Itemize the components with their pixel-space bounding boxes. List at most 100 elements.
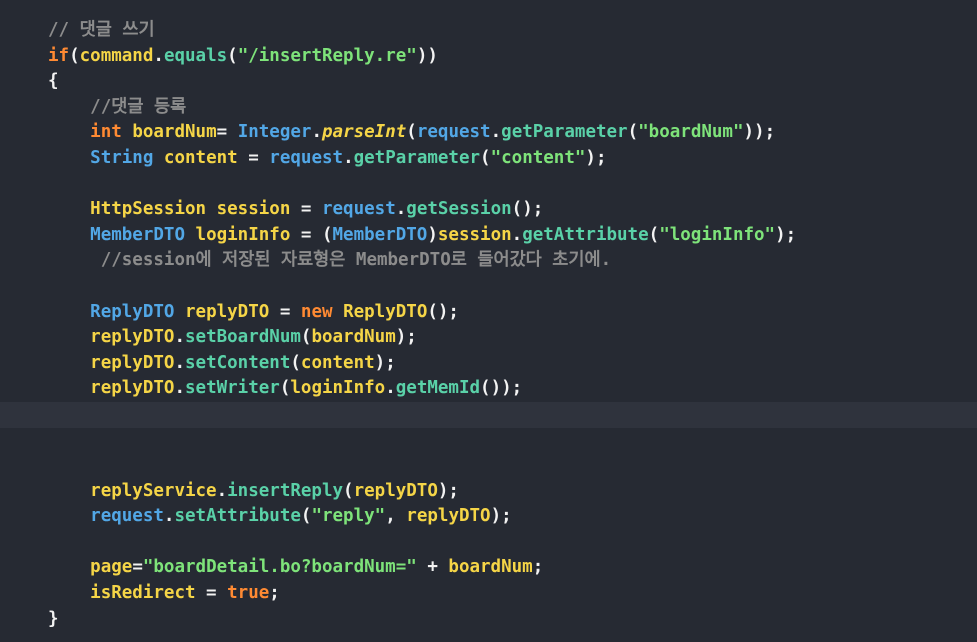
code-line[interactable]: int boardNum= Integer.parseInt(request.g…	[0, 120, 977, 146]
code-token-string: "boardNum"	[638, 122, 744, 143]
code-line[interactable]	[0, 401, 977, 428]
code-token-ident: HttpSession	[90, 199, 207, 220]
code-token-punct: (	[648, 224, 660, 245]
code-line[interactable]: request.setAttribute("reply", replyDTO);	[0, 504, 977, 530]
code-token-type: MemberDTO	[90, 224, 185, 245]
code-line[interactable]	[0, 530, 977, 556]
code-token-punct: );	[395, 327, 417, 348]
code-line[interactable]: replyDTO.setBoardNum(boardNum);	[0, 325, 977, 351]
code-line[interactable]: {	[0, 69, 977, 95]
code-token-ident: content	[163, 147, 238, 168]
code-token-punct: ))	[416, 45, 438, 66]
code-line[interactable]: page="boardDetail.bo?boardNum=" + boardN…	[0, 555, 977, 581]
code-token-punct: = (	[290, 224, 333, 245]
code-token-method: getAttribute	[522, 224, 649, 245]
code-line[interactable]: replyDTO.setWriter(loginInfo.getMemId())…	[0, 376, 977, 402]
code-token-ident: isRedirect	[90, 583, 196, 604]
code-line[interactable]	[0, 428, 977, 454]
code-token-method: setWriter	[185, 378, 280, 399]
code-token-ident: replyDTO	[353, 480, 438, 501]
code-token-obj: request	[416, 122, 491, 143]
code-line[interactable]	[0, 453, 977, 479]
code-line[interactable]: ReplyDTO replyDTO = new ReplyDTO();	[0, 300, 977, 326]
code-token-ident: session	[216, 199, 291, 220]
code-token-type: ReplyDTO	[90, 301, 175, 322]
code-token-string: "/insertReply.re"	[237, 45, 417, 66]
code-line[interactable]	[0, 172, 977, 198]
code-token-punct: );	[775, 224, 797, 245]
code-token-ident: ReplyDTO	[343, 301, 428, 322]
code-line[interactable]: MemberDTO loginInfo = (MemberDTO)session…	[0, 223, 977, 249]
code-token-string: "reply"	[311, 506, 386, 527]
code-line[interactable]: // 댓글 쓰기	[0, 18, 977, 44]
code-token-ident: content	[300, 352, 375, 373]
code-line[interactable]: String content = request.getParameter("c…	[0, 146, 977, 172]
code-token-punct: ());	[480, 378, 523, 399]
code-token-comment: //session에 저장된 자료형은 MemberDTO로 들어갔다 초기에.	[100, 250, 612, 271]
code-token-string: "content"	[490, 147, 586, 168]
code-line[interactable]: if(command.equals("/insertReply.re"))	[0, 44, 977, 70]
code-token-punct: (	[627, 122, 639, 143]
code-token-punct: =	[290, 199, 322, 220]
code-editor[interactable]: // 댓글 쓰기 if(command.equals("/insertReply.…	[0, 18, 977, 632]
code-token-punct: (	[279, 378, 291, 399]
code-token-punct: ;	[269, 583, 280, 604]
code-line[interactable]: //댓글 등록	[0, 95, 977, 121]
code-token-method: setAttribute	[174, 506, 301, 527]
code-token-string: "loginInfo"	[659, 224, 776, 245]
code-token-ident: replyDTO	[185, 301, 270, 322]
code-token-static: parseInt	[322, 122, 407, 143]
code-token-type: String	[90, 147, 154, 168]
code-token-punct: .	[385, 378, 396, 399]
code-line[interactable]: HttpSession session = request.getSession…	[0, 197, 977, 223]
code-token-ident: page	[90, 557, 133, 578]
code-line[interactable]	[0, 274, 977, 300]
code-token-comment: // 댓글 쓰기	[48, 20, 155, 40]
code-line[interactable]: replyService.insertReply(replyDTO);	[0, 479, 977, 505]
code-token-method: getMemId	[395, 378, 481, 399]
code-token-ident: session	[437, 224, 512, 245]
code-line[interactable]: isRedirect = true;	[0, 581, 977, 607]
code-token-punct: );	[490, 506, 512, 527]
code-token-punct: (	[406, 122, 417, 143]
code-token-punct: ,	[385, 506, 407, 527]
code-token-punct: .	[395, 199, 407, 220]
code-token-punct: =	[269, 301, 301, 322]
code-token-punct: =	[216, 122, 238, 143]
code-token-punct: .	[153, 45, 164, 66]
code-line[interactable]: //session에 저장된 자료형은 MemberDTO로 들어갔다 초기에.	[0, 248, 977, 274]
code-token-punct: ;	[532, 557, 544, 578]
code-token-method: equals	[163, 45, 228, 66]
code-token-punct: .	[216, 480, 228, 501]
code-token-punct: (	[300, 506, 312, 527]
code-token-ident: replyDTO	[90, 378, 175, 399]
code-token-punct: .	[174, 352, 185, 373]
code-line[interactable]: replyDTO.setContent(content);	[0, 351, 977, 377]
code-token-ident: replyDTO	[90, 327, 175, 348]
code-token-method: getSession	[406, 199, 512, 220]
code-token-method: insertReply	[227, 480, 344, 501]
code-token-punct: )	[427, 224, 438, 245]
code-token-ident: boardNum	[132, 122, 217, 143]
code-line[interactable]: }	[0, 607, 977, 633]
code-token-punct: .	[511, 224, 523, 245]
code-token-type: Integer	[237, 122, 312, 143]
code-token-method: setContent	[185, 352, 291, 373]
code-token-punct: =	[237, 147, 270, 168]
code-token-obj: request	[90, 506, 164, 527]
code-token-punct: .	[163, 506, 175, 527]
code-token-keyword: new	[300, 301, 333, 322]
code-token-punct: );	[585, 147, 607, 168]
